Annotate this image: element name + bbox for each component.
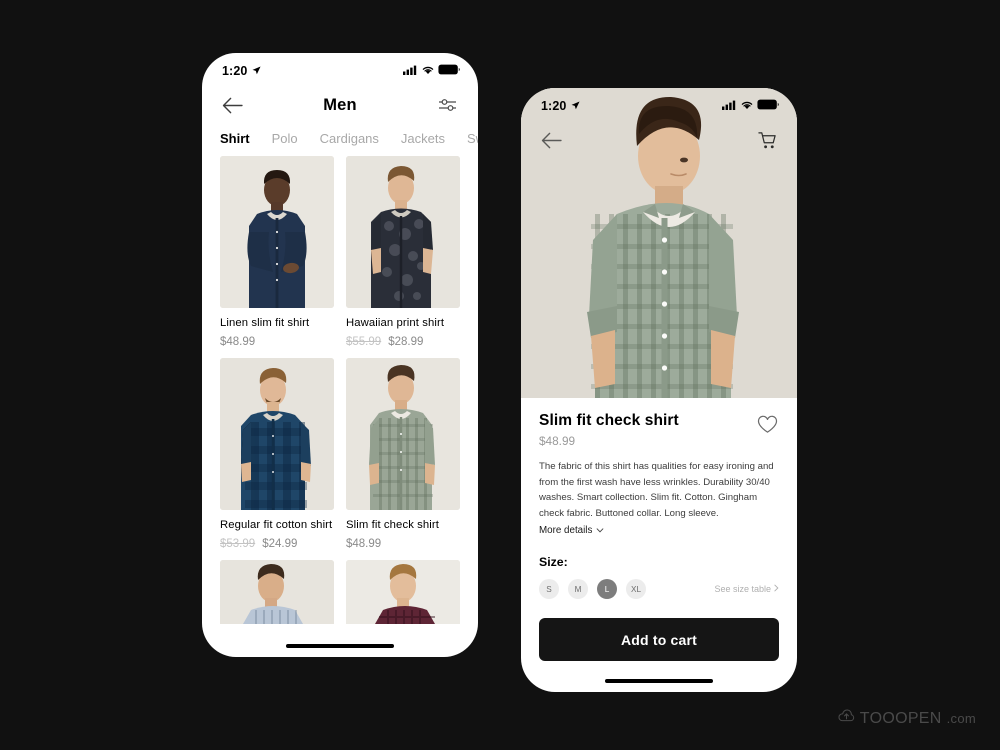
battery-full-icon — [438, 62, 460, 80]
heart-outline-icon[interactable] — [755, 412, 779, 436]
see-size-table-label: See size table — [714, 584, 771, 595]
size-label: Size: — [539, 555, 568, 570]
wifi-icon — [741, 97, 753, 115]
product-price-group: $53.99 $24.99 — [220, 538, 334, 550]
location-arrow-icon — [571, 99, 580, 113]
tab-polo[interactable]: Polo — [272, 131, 298, 146]
status-bar: 1:20 — [521, 88, 797, 118]
product-image-regular-fit-cotton-shirt[interactable] — [220, 358, 334, 510]
hero-navigation-bar — [521, 118, 797, 162]
cloud-arrow-icon — [838, 709, 855, 728]
status-bar: 1:20 — [202, 53, 478, 83]
size-option-m[interactable]: M — [568, 579, 588, 600]
back-arrow-icon[interactable] — [539, 128, 563, 152]
tab-sweats[interactable]: Sweats — [467, 131, 478, 146]
phone-product-detail: 1:20 Slim fit check shirt $48.99 The fab… — [521, 88, 797, 692]
product-price: $48.99 — [539, 434, 576, 448]
status-time: 1:20 — [222, 64, 248, 78]
tab-jackets[interactable]: Jackets — [401, 131, 445, 146]
product-price: $28.99 — [388, 336, 424, 348]
size-option-l[interactable]: L — [597, 579, 617, 600]
product-title-row: Slim fit check shirt $48.99 — [539, 412, 779, 448]
product-name: Slim fit check shirt — [346, 519, 440, 531]
size-option-xl[interactable]: XL — [626, 579, 646, 600]
watermark: TOOOPEN .com — [838, 709, 976, 728]
status-time-group: 1:20 — [222, 64, 261, 78]
add-to-cart-button[interactable]: Add to cart — [539, 618, 779, 662]
more-details-toggle[interactable]: More details — [539, 525, 779, 536]
product-price: $48.99 — [346, 538, 382, 550]
product-card[interactable]: Slim fit check shirt $48.99 — [346, 358, 460, 550]
tab-cardigans[interactable]: Cardigans — [320, 131, 379, 146]
product-grid: Linen slim fit shirt $48.99 Hawaiian pri… — [202, 156, 478, 550]
watermark-suffix: .com — [946, 711, 976, 726]
product-old-price: $55.99 — [346, 336, 382, 348]
product-price-group: $48.99 — [220, 336, 334, 348]
product-image-hawaiian-print-shirt[interactable] — [346, 156, 460, 308]
tab-shirt[interactable]: Shirt — [220, 131, 250, 146]
product-grid-row-clipped — [202, 560, 478, 624]
home-indicator — [286, 643, 394, 648]
watermark-text: TOOOPEN — [859, 709, 942, 727]
phone-product-list: 1:20 Men Shirt Polo Cardigans Jackets S … — [202, 53, 478, 657]
more-details-label: More details — [539, 525, 593, 537]
cellular-signal-icon — [722, 97, 737, 115]
product-detail-body: Slim fit check shirt $48.99 The fabric o… — [521, 398, 797, 600]
status-icons — [403, 62, 460, 80]
product-title: Slim fit check shirt — [539, 412, 679, 429]
product-card[interactable]: Hawaiian print shirt $55.99 $28.99 — [346, 156, 460, 348]
page-title: Men — [323, 95, 357, 114]
product-card[interactable]: Regular fit cotton shirt $53.99 $24.99 — [220, 358, 334, 550]
product-name: Hawaiian print shirt — [346, 317, 445, 329]
size-option-s[interactable]: S — [539, 579, 559, 600]
filter-sliders-icon[interactable] — [436, 93, 460, 117]
product-image-slim-fit-check-shirt[interactable] — [346, 358, 460, 510]
product-image-partial[interactable] — [346, 560, 460, 624]
category-tabs: Shirt Polo Cardigans Jackets Sweats — [202, 127, 478, 156]
product-name: Regular fit cotton shirt — [220, 519, 333, 531]
status-icons — [722, 97, 779, 115]
chevron-right-icon — [774, 584, 779, 594]
status-time-group: 1:20 — [541, 99, 580, 113]
product-image-linen-slim-fit-shirt[interactable] — [220, 156, 334, 308]
see-size-table-link[interactable]: See size table — [714, 584, 779, 594]
product-price: $48.99 — [220, 336, 256, 348]
product-description: The fabric of this shirt has qualities f… — [539, 461, 774, 519]
battery-full-icon — [757, 97, 779, 115]
product-price-group: $48.99 — [346, 538, 460, 550]
size-options: S M L XL — [539, 579, 646, 600]
product-image-partial[interactable] — [220, 560, 334, 624]
cellular-signal-icon — [403, 62, 418, 80]
product-card[interactable]: Linen slim fit shirt $48.99 — [220, 156, 334, 348]
location-arrow-icon — [252, 64, 261, 78]
product-name: Linen slim fit shirt — [220, 317, 310, 329]
chevron-down-icon — [596, 525, 604, 536]
product-old-price: $53.99 — [220, 538, 256, 550]
size-selector: S M L XL See size table — [539, 579, 779, 600]
product-price-group: $55.99 $28.99 — [346, 336, 460, 348]
shopping-cart-icon[interactable] — [755, 128, 779, 152]
wifi-icon — [422, 62, 434, 80]
back-arrow-icon[interactable] — [220, 93, 244, 117]
product-price: $24.99 — [262, 538, 298, 550]
navigation-bar: Men — [202, 83, 478, 127]
status-time: 1:20 — [541, 99, 567, 113]
home-indicator — [605, 678, 713, 683]
